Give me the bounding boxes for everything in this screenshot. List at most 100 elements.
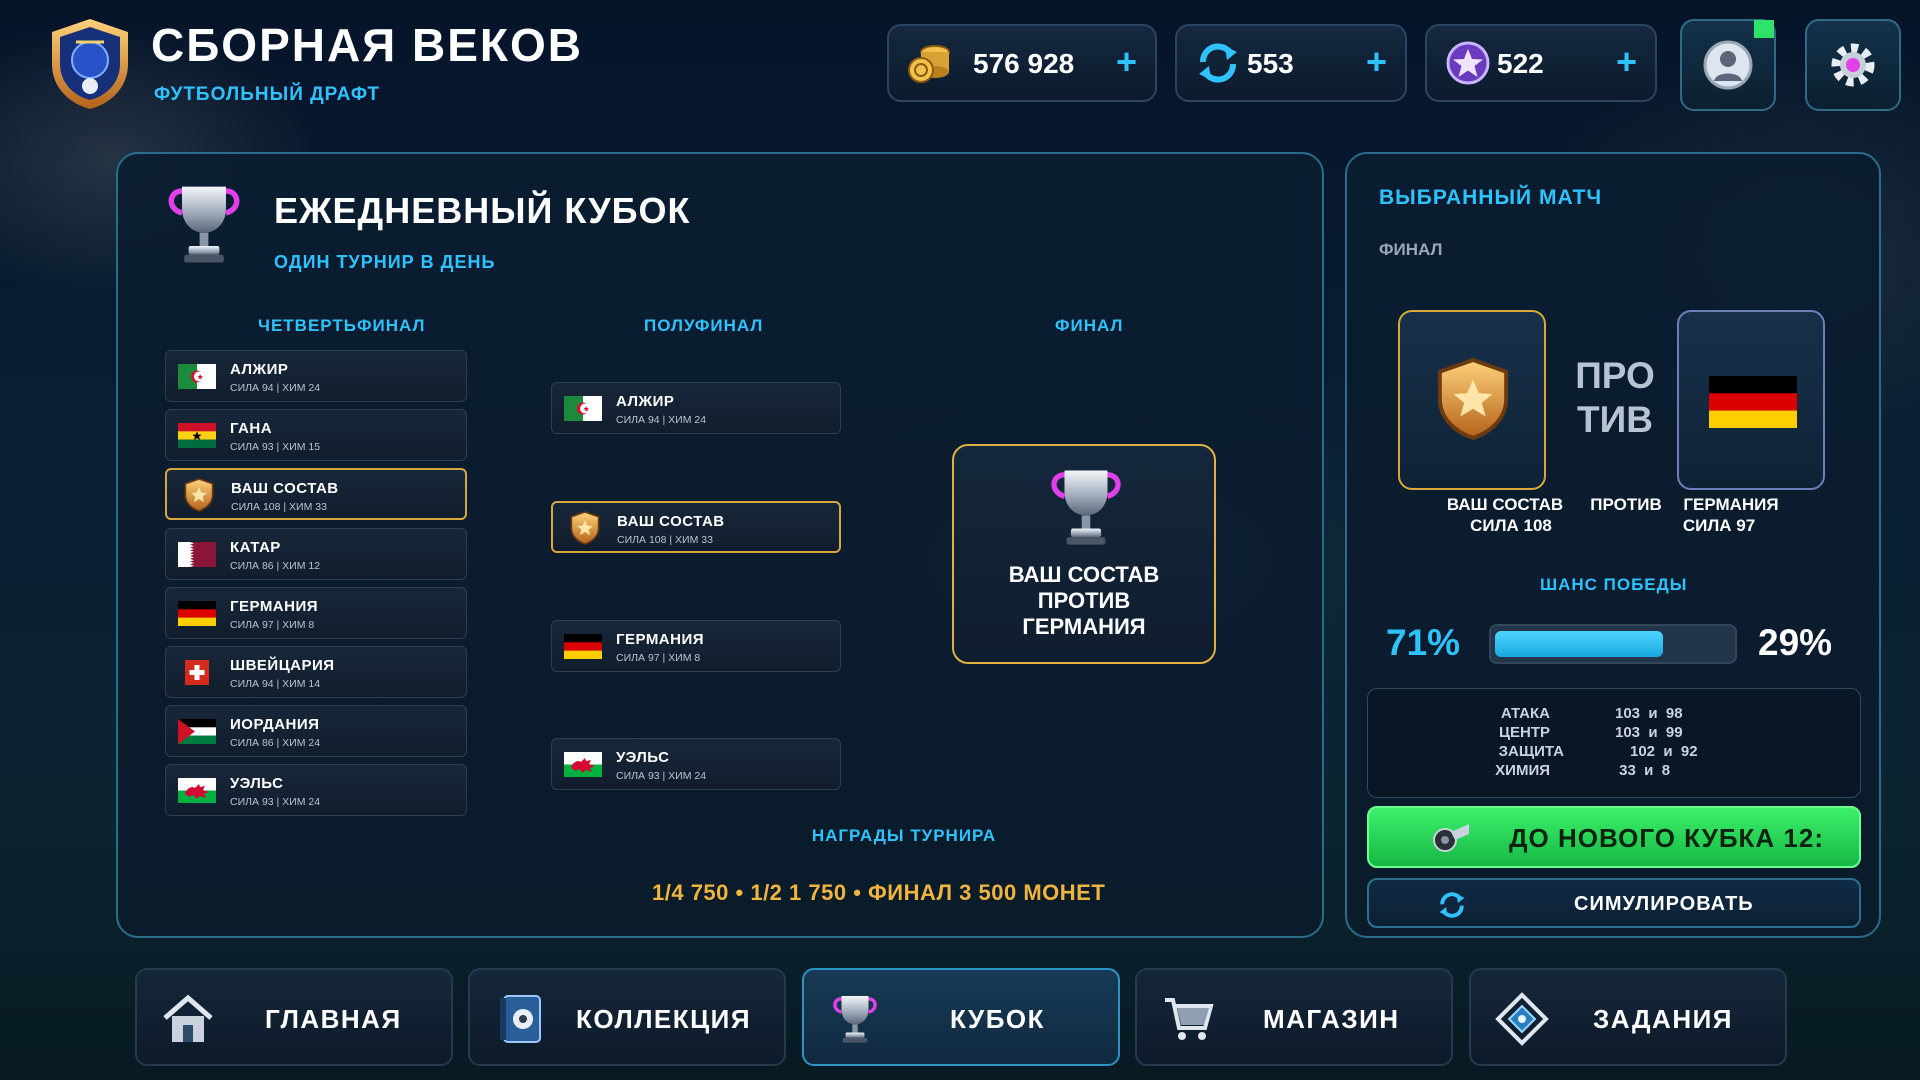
- opponent-team-card: [1677, 310, 1825, 490]
- win-chance-b: 29%: [1758, 622, 1833, 663]
- bracket-team-card[interactable]: ШВЕЙЦАРИЯ СИЛА 94 | ХИМ 14: [165, 646, 467, 698]
- team-stats: СИЛА 97 | ХИМ 8: [230, 619, 315, 631]
- opponent-team-label: ГЕРМАНИЯ СИЛА 97: [1676, 494, 1786, 536]
- coins-value: 576 928: [973, 48, 1075, 79]
- simulate-button[interactable]: СИМУЛИРОВАТЬ: [1367, 878, 1861, 928]
- cup-subtitle: ОДИН ТУРНИР В ДЕНЬ: [274, 252, 496, 272]
- your-team-power: СИЛА 108: [1470, 516, 1552, 535]
- nav-quests[interactable]: ЗАДАНИЯ: [1469, 968, 1787, 1066]
- qatar-flag-icon: [178, 542, 216, 567]
- gems-value: 522: [1497, 48, 1544, 79]
- cup-title: ЕЖЕДНЕВНЫЙ КУБОК: [274, 190, 691, 231]
- bracket-team-card[interactable]: ГЕРМАНИЯ СИЛА 97 | ХИМ 8: [551, 620, 841, 672]
- bracket-team-card[interactable]: ГАНА СИЛА 93 | ХИМ 15: [165, 409, 467, 461]
- bracket-team-card[interactable]: УЭЛЬС СИЛА 93 | ХИМ 24: [551, 738, 841, 790]
- tokens-value: 553: [1247, 48, 1294, 79]
- final-vs: ПРОТИВ: [1037, 588, 1131, 613]
- bracket-team-card[interactable]: АЛЖИР СИЛА 94 | ХИМ 24: [551, 382, 841, 434]
- team-name: УЭЛЬС: [230, 775, 284, 792]
- your-team-card: [1398, 310, 1546, 490]
- team-stats: СИЛА 93 | ХИМ 24: [230, 796, 321, 808]
- team-name: ВАШ СОСТАВ: [617, 513, 725, 530]
- collection-book-icon: [500, 995, 541, 1043]
- win-chance-a: 71%: [1386, 622, 1461, 663]
- germany-flag-icon: [564, 634, 602, 659]
- wales-flag-icon: [178, 778, 216, 803]
- team-stats: СИЛА 93 | ХИМ 15: [230, 441, 321, 453]
- refresh-icon: [1439, 892, 1465, 918]
- notification-dot: [1754, 20, 1774, 38]
- bracket-team-card[interactable]: ВАШ СОСТАВ СИЛА 108 | ХИМ 33: [165, 468, 467, 520]
- next-cup-timer-button[interactable]: ДО НОВОГО КУБКА 12:: [1367, 806, 1861, 868]
- shield-icon: [569, 510, 601, 546]
- home-icon: [163, 994, 213, 1042]
- whistle-icon: [1433, 824, 1469, 852]
- nav-cup-label: КУБОК: [950, 1004, 1045, 1034]
- team-name: АЛЖИР: [616, 393, 675, 410]
- wales-flag-icon: [564, 752, 602, 777]
- simulate-label: СИМУЛИРОВАТЬ: [1574, 893, 1754, 915]
- your-team-name: ВАШ СОСТАВ: [1446, 495, 1564, 514]
- germany-flag-icon: [178, 601, 216, 626]
- team-stats: СИЛА 108 | ХИМ 33: [231, 501, 327, 513]
- next-cup-timer-label: ДО НОВОГО КУБКА 12:: [1509, 823, 1824, 853]
- nav-shop[interactable]: МАГАЗИН: [1135, 968, 1453, 1066]
- final-match-card[interactable]: ВАШ СОСТАВ ПРОТИВ ГЕРМАНИЯ: [952, 444, 1216, 664]
- trophy-icon: [828, 992, 882, 1046]
- opponent-team-power: СИЛА 97: [1682, 516, 1756, 535]
- trophy-icon: [160, 178, 248, 270]
- nav-collection[interactable]: КОЛЛЕКЦИЯ: [468, 968, 786, 1066]
- tokens-counter[interactable]: 553 +: [1175, 24, 1407, 102]
- bracket-team-card[interactable]: УЭЛЬС СИЛА 93 | ХИМ 24: [165, 764, 467, 816]
- team-stats: СИЛА 94 | ХИМ 24: [616, 414, 707, 426]
- bracket-team-card[interactable]: ИОРДАНИЯ СИЛА 86 | ХИМ 24: [165, 705, 467, 757]
- nav-home[interactable]: ГЛАВНАЯ: [135, 968, 453, 1066]
- team-name: ГЕРМАНИЯ: [616, 631, 705, 648]
- quarterfinal-header: ЧЕТВЕРТЬФИНАЛ: [258, 316, 426, 335]
- semifinal-header: ПОЛУФИНАЛ: [644, 316, 764, 335]
- team-stats: СИЛА 86 | ХИМ 12: [230, 560, 321, 572]
- cart-icon: [1165, 998, 1214, 1040]
- gear-icon: [1831, 43, 1875, 87]
- team-name: ВАШ СОСТАВ: [231, 480, 339, 497]
- algeria-flag-icon: [178, 364, 216, 389]
- bracket-team-card[interactable]: ВАШ СОСТАВ СИЛА 108 | ХИМ 33: [551, 501, 841, 553]
- win-chance-title: ШАНС ПОБЕДЫ: [1540, 575, 1688, 594]
- jordan-flag-icon: [178, 719, 216, 744]
- add-coins-button[interactable]: +: [1116, 42, 1137, 82]
- bracket-team-card[interactable]: ГЕРМАНИЯ СИЛА 97 | ХИМ 8: [165, 587, 467, 639]
- switzerland-flag-icon: [178, 660, 216, 685]
- game-title: СБОРНАЯ ВЕКОВ: [151, 19, 584, 71]
- win-chance-bar-fill: [1495, 631, 1663, 657]
- ghana-flag-icon: [178, 423, 216, 448]
- versus-text: ПРО ТИВ: [1574, 354, 1656, 442]
- nav-cup[interactable]: КУБОК: [802, 968, 1120, 1066]
- team-name: ШВЕЙЦАРИЯ: [230, 657, 335, 674]
- algeria-flag-icon: [564, 396, 602, 421]
- rewards-values: 1/4 750 • 1/2 1 750 • ФИНАЛ 3 500 МОНЕТ: [652, 880, 1106, 905]
- nav-collection-label: КОЛЛЕКЦИЯ: [576, 1004, 752, 1034]
- team-stats: СИЛА 97 | ХИМ 8: [616, 652, 701, 664]
- win-chance-bar: [1489, 624, 1737, 664]
- selected-match-title: ВЫБРАННЫЙ МАТЧ: [1379, 186, 1603, 209]
- refresh-token-icon: [1195, 40, 1241, 86]
- versus-line-2: ТИВ: [1577, 399, 1653, 440]
- quest-diamond-icon: [1495, 992, 1549, 1046]
- settings-button[interactable]: [1805, 19, 1901, 111]
- team-stats: СИЛА 94 | ХИМ 24: [230, 382, 321, 394]
- team-name: ГАНА: [230, 420, 273, 437]
- gems-counter[interactable]: 522 +: [1425, 24, 1657, 102]
- shield-icon: [1434, 356, 1512, 442]
- nav-home-label: ГЛАВНАЯ: [265, 1004, 402, 1034]
- coins-counter[interactable]: 576 928 +: [887, 24, 1157, 102]
- versus-line-1: ПРО: [1575, 355, 1655, 396]
- final-team-b: ГЕРМАНИЯ: [1022, 614, 1146, 639]
- germany-flag-icon: [1709, 376, 1797, 428]
- add-gems-button[interactable]: +: [1616, 42, 1637, 82]
- add-tokens-button[interactable]: +: [1366, 42, 1387, 82]
- bracket-team-card[interactable]: КАТАР СИЛА 86 | ХИМ 12: [165, 528, 467, 580]
- bracket-team-card[interactable]: АЛЖИР СИЛА 94 | ХИМ 24: [165, 350, 467, 402]
- team-name: КАТАР: [230, 539, 281, 556]
- match-round: ФИНАЛ: [1379, 240, 1443, 259]
- coins-icon: [907, 40, 953, 86]
